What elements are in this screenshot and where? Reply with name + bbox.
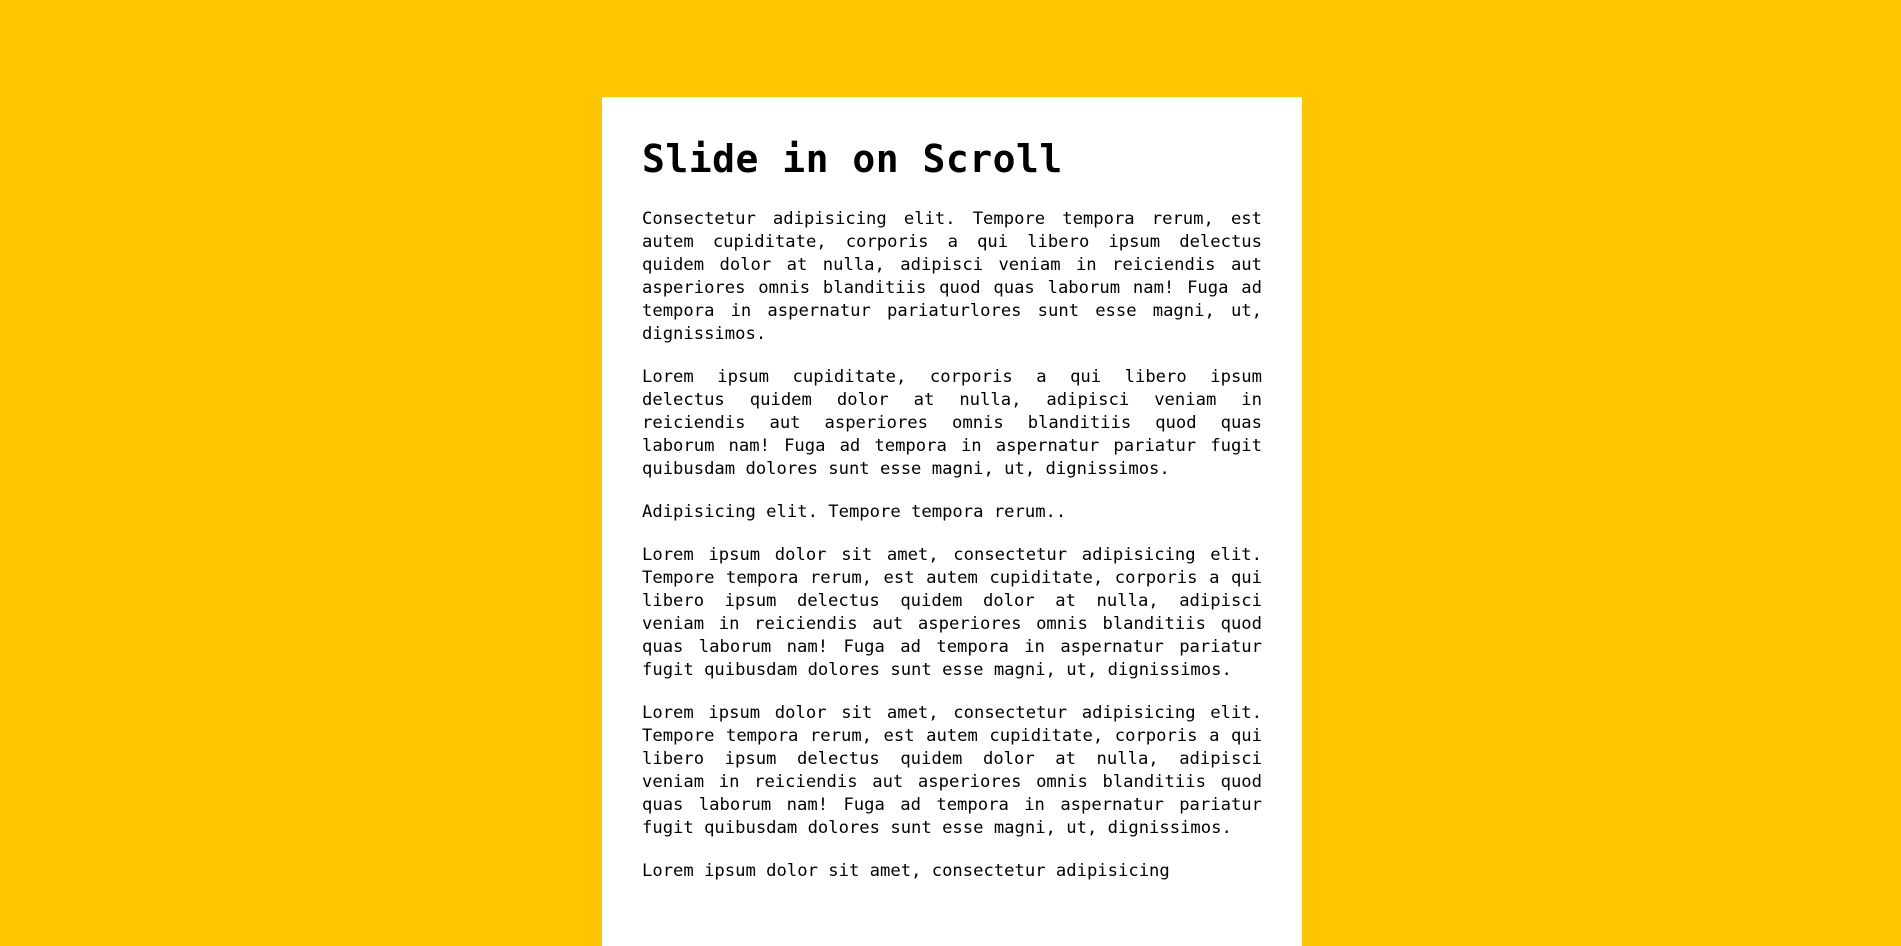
paragraph-2: Lorem ipsum cupiditate, corporis a qui l… <box>642 367 1262 479</box>
page-title: Slide in on Scroll <box>642 137 1063 181</box>
paragraph-4: Lorem ipsum dolor sit amet, consectetur … <box>642 545 1262 680</box>
paragraph-1: Consectetur adipisicing elit. Tempore te… <box>642 209 1262 344</box>
content-panel: Slide in on Scroll Consectetur adipisici… <box>602 97 1302 946</box>
paragraph-5: Lorem ipsum dolor sit amet, consectetur … <box>642 703 1262 838</box>
paragraph-3: Adipisicing elit. Tempore tempora rerum.… <box>642 502 1067 522</box>
paragraph-6: Lorem ipsum dolor sit amet, consectetur … <box>642 861 1170 881</box>
